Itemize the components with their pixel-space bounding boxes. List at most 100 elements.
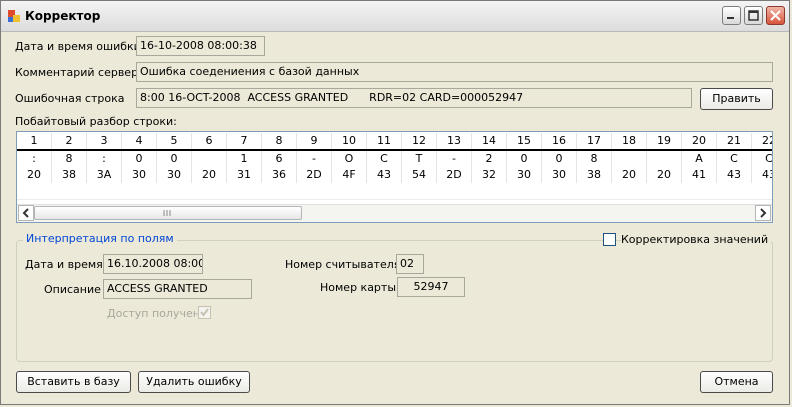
grid-header-cell: 3 [87,133,122,149]
minimize-icon [727,17,734,19]
grid-header-cell: 10 [332,133,367,149]
description-field[interactable]: ACCESS GRANTED [103,279,252,299]
correct-values-checkbox[interactable] [603,233,616,246]
grid-char-cell: 8 [52,151,87,167]
grid-hex-cell: 3A [87,167,122,183]
scroll-right-icon [760,208,767,218]
scroll-left-button[interactable] [18,205,34,221]
reader-number-field[interactable]: 02 [396,254,424,274]
error-line-label: Ошибочная строка [15,92,125,105]
grid-header-cell: 6 [192,133,227,149]
byte-parse-grid[interactable]: 12345678910111213141516171819202122 :8:0… [16,131,773,223]
reader-number-label: Номер считывателя [285,258,401,271]
scroll-right-button[interactable] [755,205,771,221]
delete-error-button[interactable]: Удалить ошибку [138,371,250,393]
grid-header-cell: 5 [157,133,192,149]
datetime-field[interactable]: 16.10.2008 08:00 [103,254,203,274]
close-button[interactable] [766,6,785,25]
grid-horizontal-scrollbar[interactable] [17,204,772,222]
datetime-label: Дата и время [25,258,103,271]
grid-header-cell: 13 [437,133,472,149]
grid-hex-cell: 32 [472,167,507,183]
access-granted-checkbox[interactable] [198,306,211,319]
grip-icon [163,210,171,216]
grid-header-cell: 7 [227,133,262,149]
grid-char-cell: O [332,151,367,167]
grid-hex-cell: 20 [192,167,227,183]
grid-char-cell: C [717,151,752,167]
grid-header-cell: 19 [647,133,682,149]
grid-header-cell: 9 [297,133,332,149]
grid-empty-row [17,183,772,200]
grid-hex-cell: 20 [612,167,647,183]
grid-header-cell: 20 [682,133,717,149]
byte-parse-label: Побайтовый разбор строки: [15,115,177,128]
minimize-button[interactable] [722,6,741,25]
grid-char-cell: 0 [122,151,157,167]
grid-hex-cell: 20 [647,167,682,183]
grid-header-cell: 18 [612,133,647,149]
grid-header-cell: 14 [472,133,507,149]
maximize-button[interactable] [744,6,763,25]
grid-char-cell: T [402,151,437,167]
grid-char-cell: 1 [227,151,262,167]
title-bar[interactable]: Корректор [1,1,789,32]
grid-hex-cell: 36 [262,167,297,183]
checkmark-icon [200,308,209,317]
grid-char-cell [192,151,227,167]
grid-header-cell: 8 [262,133,297,149]
grid-char-cell: 0 [542,151,577,167]
grid-char-cell: A [682,151,717,167]
grid-hex-cell: 2D [297,167,332,183]
grid-char-cell: - [437,151,472,167]
scroll-thumb[interactable] [34,206,302,220]
grid-hex-cell: 41 [682,167,717,183]
grid-header-cell: 1 [17,133,52,149]
description-label: Описание [44,283,101,296]
grid-char-cell: 0 [507,151,542,167]
grid-char-cell [647,151,682,167]
grid-header-cell: 2 [52,133,87,149]
grid-hex-cell: 54 [402,167,437,183]
grid-hex-cell: 30 [542,167,577,183]
grid-hex-cell: 20 [17,167,52,183]
grid-char-cell: C [367,151,402,167]
access-granted-label: Доступ получен [107,307,200,320]
server-comment-label: Комментарий сервера [15,66,145,79]
grid-hex-cell: 43 [717,167,752,183]
app-icon [8,10,20,22]
edit-button[interactable]: Править [700,88,773,110]
grid-char-cell: 2 [472,151,507,167]
grid-char-cell: : [87,151,122,167]
grid-char-cell: 0 [157,151,192,167]
insert-into-db-button[interactable]: Вставить в базу [16,371,131,393]
grid-hex-cell: 2D [437,167,472,183]
error-line-field[interactable]: 8:00 16-OCT-2008 ACCESS GRANTED RDR=02 C… [136,88,692,108]
grid-char-cell: 8 [577,151,612,167]
grid-header-cell: 16 [542,133,577,149]
grid-hex-cell: 38 [52,167,87,183]
grid-header-cell: 17 [577,133,612,149]
grid-char-cell: : [17,151,52,167]
grid-header-cell: 12 [402,133,437,149]
correct-values-label: Корректировка значений [621,233,772,246]
cancel-button[interactable]: Отмена [700,371,773,393]
grid-char-cell [612,151,647,167]
close-icon [770,10,781,21]
grid-hex-cell: 30 [507,167,542,183]
grid-header-cell: 21 [717,133,752,149]
error-time-field[interactable]: 16-10-2008 08:00:38 [136,36,265,56]
grid-hex-cell: 30 [122,167,157,183]
interpretation-legend: Интерпретация по полям [23,232,177,245]
server-comment-field[interactable]: Ошибка соедениения с базой данных [136,62,773,82]
grid-hex-cell: 43 [367,167,402,183]
card-number-field[interactable]: 52947 [397,277,465,297]
grid-char-cell: C [752,151,772,167]
grid-hex-cell: 4F [332,167,367,183]
window-title: Корректор [25,9,101,23]
card-number-label: Номер карты [320,281,397,294]
grid-hex-cell: 38 [577,167,612,183]
error-time-label: Дата и время ошибки [15,40,141,53]
grid-header-cell: 15 [507,133,542,149]
grid-hex-cell: 30 [157,167,192,183]
